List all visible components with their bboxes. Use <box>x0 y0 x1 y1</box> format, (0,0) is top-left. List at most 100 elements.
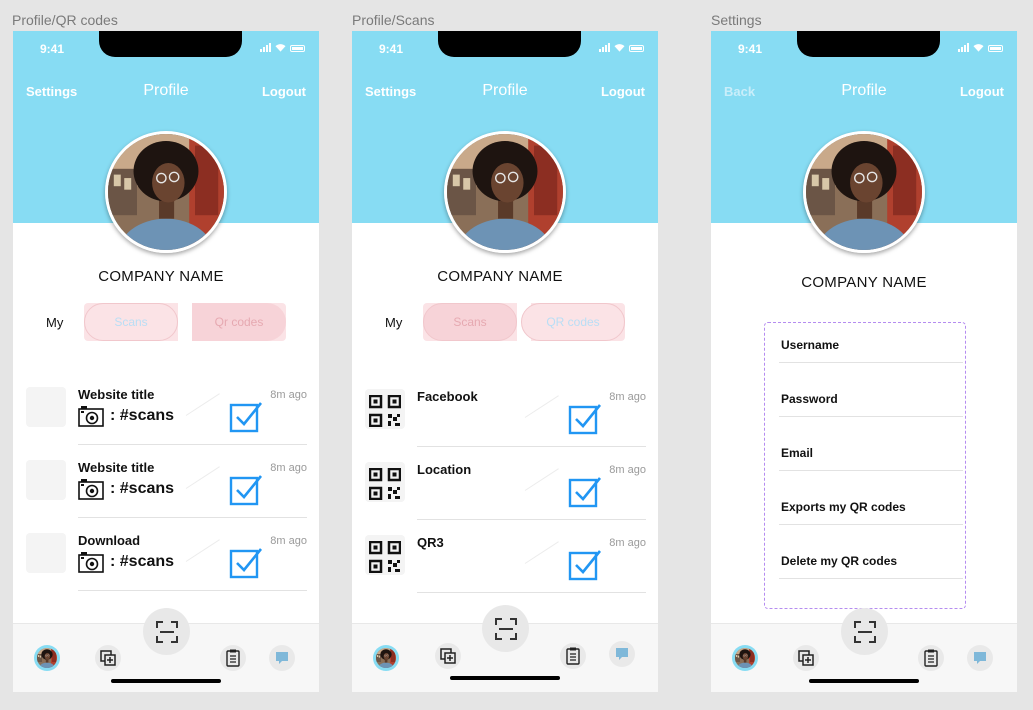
tab-profile[interactable] <box>34 645 60 671</box>
settings-delete-qr-codes[interactable]: Delete my QR codes <box>779 539 963 579</box>
tab-scans[interactable]: Scans <box>84 303 178 341</box>
scan-count: : #scans <box>78 478 174 500</box>
thumbnail <box>26 460 66 500</box>
scan-count-label: : #scans <box>110 553 175 570</box>
scan-button[interactable] <box>482 605 529 652</box>
phone-settings: 9:41 Back Profile Logout COMPANY NAME Us… <box>711 31 1017 692</box>
tab-add[interactable] <box>435 643 461 669</box>
profile-avatar[interactable] <box>803 131 925 253</box>
add-square-icon <box>440 648 456 664</box>
settings-item-label: Username <box>781 338 840 352</box>
item-title: Facebook <box>417 389 478 404</box>
qr-thumbnail <box>365 462 405 502</box>
settings-export-qr-codes[interactable]: Exports my QR codes <box>779 485 963 525</box>
wifi-icon <box>614 44 625 52</box>
divider <box>417 519 646 520</box>
logout-link[interactable]: Logout <box>601 84 645 99</box>
item-title: Download <box>78 533 141 548</box>
settings-email[interactable]: Email <box>779 431 963 471</box>
add-square-icon <box>798 650 814 666</box>
flag-icon <box>614 646 630 662</box>
status-icons <box>260 43 305 52</box>
divider <box>417 446 646 447</box>
list-item[interactable]: Website title 8m ago : #scans <box>26 458 307 531</box>
tab-add[interactable] <box>95 645 121 671</box>
item-time: 8m ago <box>609 537 646 549</box>
scan-button[interactable] <box>841 608 888 655</box>
tab-qr-codes[interactable]: QR codes <box>521 303 625 341</box>
avatar <box>376 648 396 668</box>
scan-frame-icon <box>155 620 179 644</box>
my-label: My <box>385 315 403 330</box>
status-time: 9:41 <box>40 42 65 56</box>
signal-icon <box>958 43 969 52</box>
profile-avatar[interactable] <box>105 131 227 253</box>
tab-profile[interactable] <box>373 645 399 671</box>
item-time: 8m ago <box>609 464 646 476</box>
settings-password[interactable]: Password <box>779 377 963 417</box>
item-title: QR3 <box>417 535 444 550</box>
tab-scans-label: Scans <box>453 315 487 329</box>
scan-frame-icon <box>853 620 877 644</box>
home-indicator <box>450 676 560 680</box>
scan-count: : #scans <box>78 405 174 427</box>
tab-flag[interactable] <box>269 645 295 671</box>
tab-qr-codes[interactable]: Qr codes <box>192 303 286 341</box>
settings-list: Username Password Email Exports my QR co… <box>764 322 966 609</box>
clipboard-list-icon <box>565 647 581 665</box>
item-time: 8m ago <box>270 462 307 474</box>
status-icons <box>958 43 1003 52</box>
tab-flag[interactable] <box>609 641 635 667</box>
settings-username[interactable]: Username <box>779 323 963 363</box>
company-name: COMPANY NAME <box>437 268 563 285</box>
tab-flag[interactable] <box>967 645 993 671</box>
item-time: 8m ago <box>270 535 307 547</box>
qr-code-icon <box>369 395 401 427</box>
list-item[interactable]: Location 8m ago <box>365 460 646 533</box>
checkbox-checked-icon[interactable] <box>229 399 263 433</box>
clipboard-list-icon <box>923 649 939 667</box>
checkbox-checked-icon[interactable] <box>568 547 602 581</box>
list-item[interactable]: Website title 8m ago : #scans <box>26 385 307 458</box>
logout-link[interactable]: Logout <box>262 84 306 99</box>
decorative-line <box>185 466 220 489</box>
checkbox-checked-icon[interactable] <box>229 545 263 579</box>
wifi-icon <box>275 44 286 52</box>
tab-scans[interactable]: Scans <box>423 303 517 341</box>
home-indicator <box>111 679 221 683</box>
scan-count: : #scans <box>78 551 174 573</box>
item-time: 8m ago <box>270 389 307 401</box>
logout-link[interactable]: Logout <box>960 84 1004 99</box>
list-item[interactable]: QR3 8m ago <box>365 533 646 606</box>
notch <box>438 31 581 57</box>
settings-item-label: Exports my QR codes <box>781 500 906 514</box>
divider <box>78 444 307 445</box>
checkbox-checked-icon[interactable] <box>229 472 263 506</box>
item-title: Location <box>417 462 472 477</box>
add-square-icon <box>100 650 116 666</box>
list-item[interactable]: Facebook 8m ago <box>365 387 646 460</box>
checkbox-checked-icon[interactable] <box>568 401 602 435</box>
decorative-line <box>524 395 559 418</box>
segmented-control: Scans Qr codes <box>84 303 286 341</box>
tab-list[interactable] <box>560 643 586 669</box>
tab-add[interactable] <box>793 645 819 671</box>
tab-list[interactable] <box>918 645 944 671</box>
profile-avatar[interactable] <box>444 131 566 253</box>
battery-icon <box>290 45 305 52</box>
tab-qr-codes-label: QR codes <box>546 315 600 329</box>
tab-list[interactable] <box>220 645 246 671</box>
decorative-line <box>185 393 220 416</box>
wifi-icon <box>973 44 984 52</box>
frame-label-profile-scans: Profile/Scans <box>352 12 435 28</box>
camera-icon <box>78 405 104 427</box>
segmented-control: Scans QR codes <box>423 303 625 341</box>
settings-item-label: Delete my QR codes <box>781 554 898 568</box>
flag-icon <box>274 650 290 666</box>
scan-button[interactable] <box>143 608 190 655</box>
list-item[interactable]: Download 8m ago : #scans <box>26 531 307 604</box>
avatar <box>37 648 57 668</box>
notch <box>99 31 242 57</box>
checkbox-checked-icon[interactable] <box>568 474 602 508</box>
tab-profile[interactable] <box>732 645 758 671</box>
